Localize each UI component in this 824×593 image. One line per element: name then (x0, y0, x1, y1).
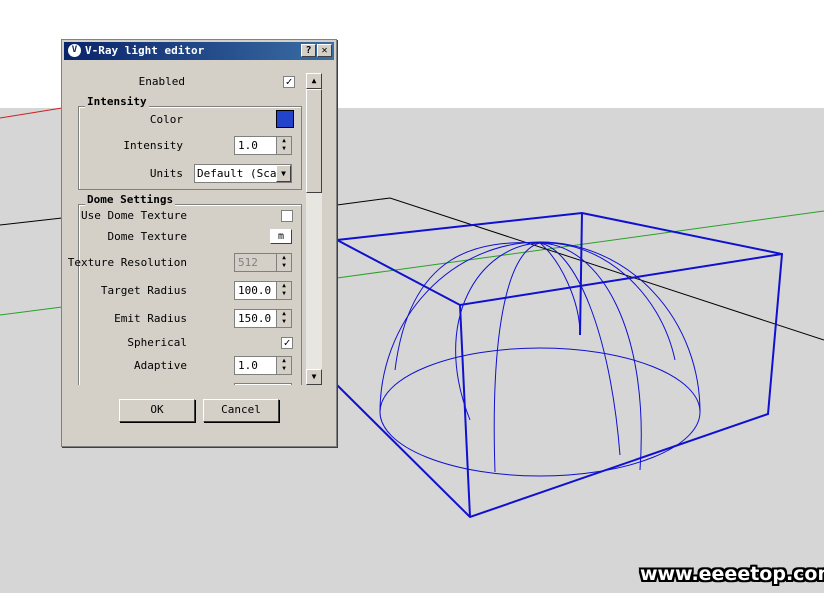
ok-button[interactable]: OK (119, 399, 195, 422)
intensity-group-title: Intensity (85, 95, 149, 108)
target-radius-value: 100.0 (238, 284, 272, 297)
dome-texture-label: Dome Texture (107, 230, 187, 243)
adaptive-value: 1.0 (238, 359, 258, 372)
emit-radius-label: Emit Radius (114, 312, 187, 325)
help-button[interactable]: ? (301, 44, 316, 57)
target-radius-label: Target Radius (100, 284, 187, 297)
units-select[interactable]: Default (Scalar) ▼ (194, 164, 292, 183)
intensity-label: Intensity (123, 139, 183, 152)
spinner-arrows-icon[interactable]: ▲ ▼ (276, 137, 291, 154)
adaptive-label: Adaptive (134, 359, 187, 372)
vray-light-editor-dialog: V V-Ray light editor ? ✕ Enabled ✓ Inten… (61, 39, 337, 447)
spherical-checkbox[interactable]: ✓ (281, 337, 293, 349)
spinner-arrows-icon: ▲ ▼ (276, 254, 291, 271)
settings-scrollbar[interactable]: ▲ ▼ (306, 73, 322, 385)
color-label: Color (149, 113, 183, 126)
green-axis (0, 306, 63, 316)
title-bar[interactable]: V V-Ray light editor ? ✕ (64, 42, 334, 60)
intensity-value: 1.0 (238, 139, 258, 152)
use-dome-texture-checkbox[interactable] (281, 210, 293, 222)
emit-radius-spinner[interactable]: 150.0 ▲ ▼ (234, 309, 292, 328)
texture-resolution-value: 512 (238, 256, 258, 269)
spinner-arrows-icon[interactable]: ▲ ▼ (276, 282, 291, 299)
scroll-up-icon[interactable]: ▲ (306, 73, 322, 89)
enabled-checkbox[interactable]: ✓ (283, 76, 295, 88)
light-box (336, 211, 784, 519)
enabled-label: Enabled (138, 75, 185, 88)
scroll-down-icon[interactable]: ▼ (306, 369, 322, 385)
chevron-down-icon[interactable]: ▼ (276, 165, 291, 182)
dome-texture-map-button[interactable]: m (270, 229, 292, 244)
vray-logo-icon: V (68, 44, 81, 57)
use-dome-texture-label: Use Dome Texture (81, 209, 187, 222)
spinner-arrows-icon[interactable]: ▲ ▼ (276, 357, 291, 374)
dome-settings-group-title: Dome Settings (85, 193, 176, 206)
texture-resolution-spinner: 512 ▲ ▼ (234, 253, 292, 272)
spinner-arrows-icon[interactable]: ▲ ▼ (276, 310, 291, 327)
color-swatch[interactable] (276, 110, 294, 128)
dome-wireframe (379, 241, 701, 477)
target-radius-spinner[interactable]: 100.0 ▲ ▼ (234, 281, 292, 300)
close-button[interactable]: ✕ (317, 44, 332, 57)
scroll-thumb[interactable] (306, 89, 322, 193)
red-axis (0, 107, 63, 119)
black-edge (0, 217, 63, 226)
emit-radius-value: 150.0 (238, 312, 272, 325)
settings-panel: Enabled ✓ Intensity Color Intensity 1.0 … (65, 63, 305, 385)
texture-resolution-label: Texture Resolution (67, 256, 187, 269)
cancel-button[interactable]: Cancel (203, 399, 279, 422)
dialog-title: V-Ray light editor (85, 44, 205, 57)
units-label: Units (149, 167, 183, 180)
next-spinner-partial[interactable] (234, 383, 292, 385)
spherical-label: Spherical (127, 336, 187, 349)
adaptive-spinner[interactable]: 1.0 ▲ ▼ (234, 356, 292, 375)
watermark: www.eeeetop.com (640, 563, 824, 585)
intensity-spinner[interactable]: 1.0 ▲ ▼ (234, 136, 292, 155)
